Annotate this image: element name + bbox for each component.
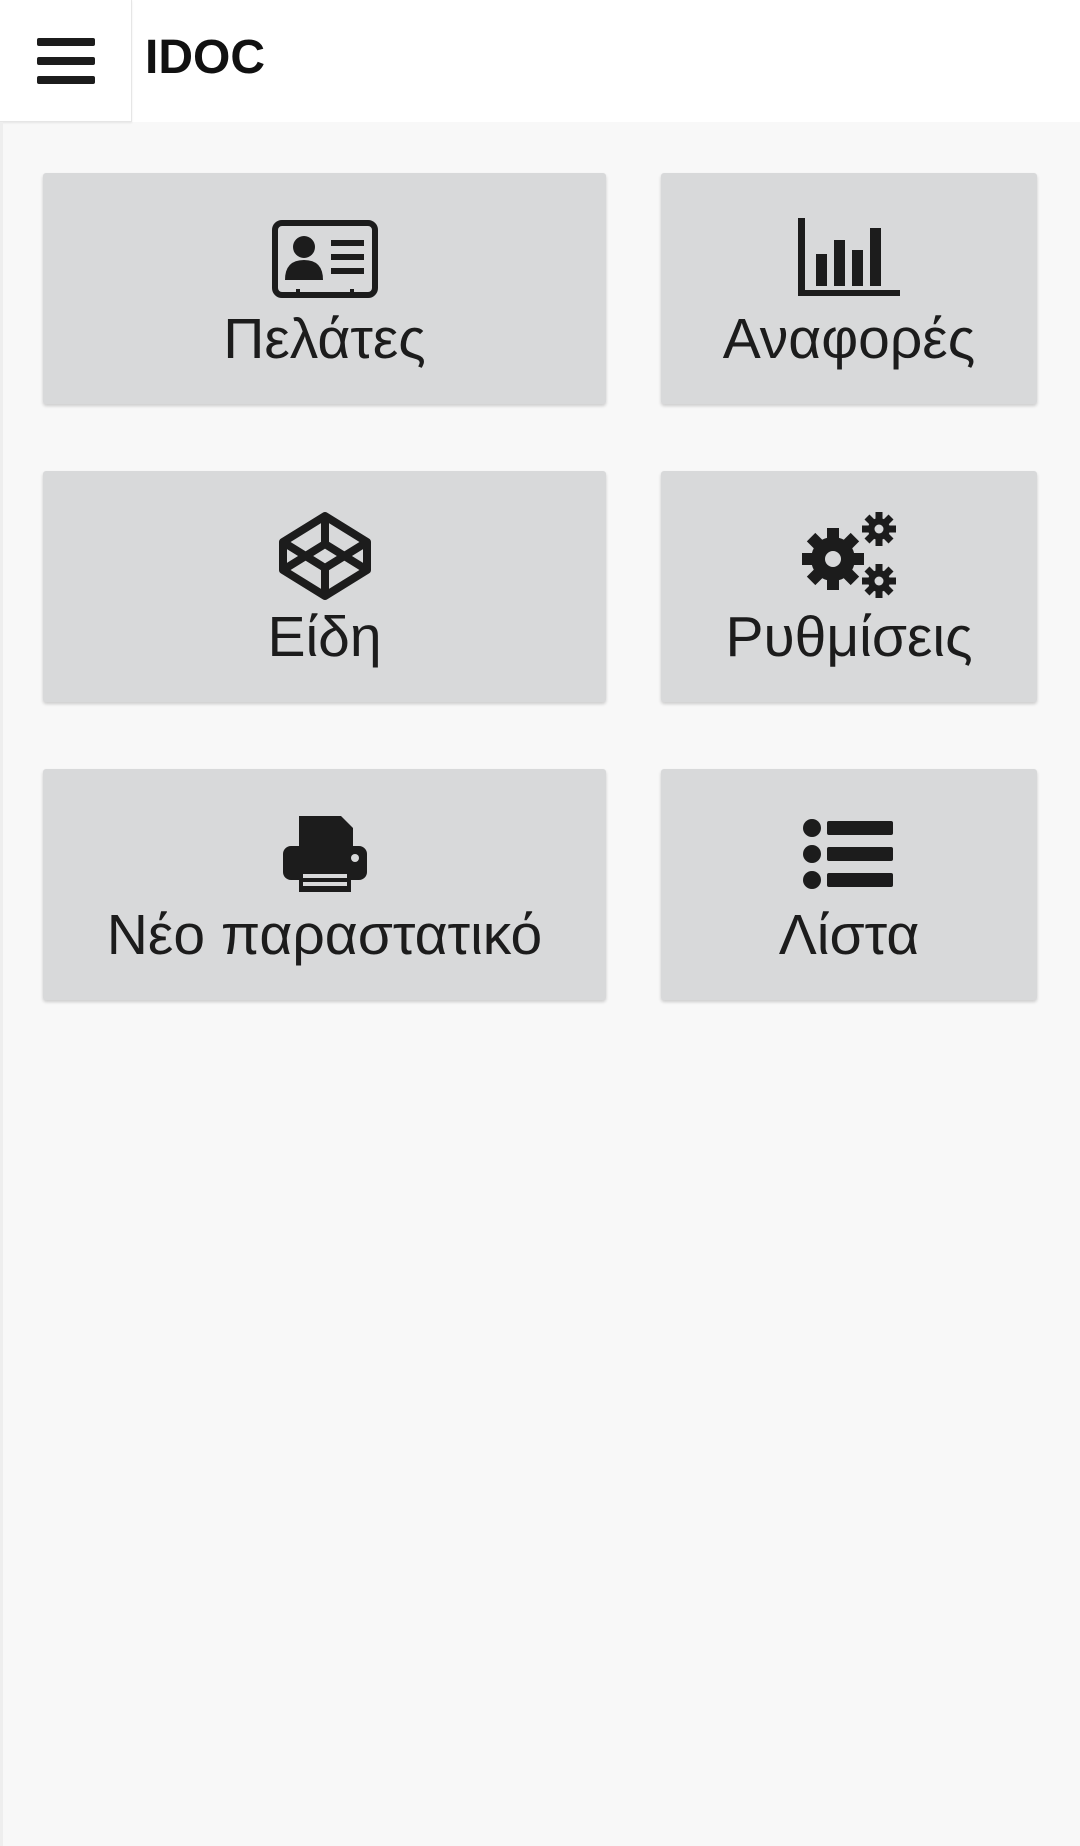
list-icon <box>803 819 893 889</box>
tile-new-document[interactable]: Νέο παραστατικό <box>43 769 606 1000</box>
tile-settings[interactable]: Ρυθμίσεις <box>661 471 1037 702</box>
printer-icon <box>282 816 367 892</box>
bar-chart-icon <box>798 218 900 296</box>
contact-card-icon <box>271 220 378 298</box>
tile-list[interactable]: Λίστα <box>661 769 1037 1000</box>
tile-label: Ρυθμίσεις <box>725 605 973 669</box>
gears-icon <box>802 512 896 598</box>
app-title: IDOC <box>145 31 265 84</box>
tile-label: Λίστα <box>778 903 920 967</box>
codepen-box-icon <box>278 512 371 600</box>
left-edge <box>0 122 3 1846</box>
tile-customers[interactable]: Πελάτες <box>43 173 606 404</box>
hamburger-menu-icon <box>36 37 95 84</box>
tile-items[interactable]: Είδη <box>43 471 606 702</box>
tile-label: Νέο παραστατικό <box>106 903 543 967</box>
menu-button[interactable] <box>0 0 132 122</box>
tile-label: Είδη <box>267 605 382 669</box>
tile-label: Πελάτες <box>223 307 426 371</box>
tile-reports[interactable]: Αναφορές <box>661 173 1037 404</box>
app-bar: IDOC <box>0 0 1080 122</box>
tile-label: Αναφορές <box>722 307 976 371</box>
